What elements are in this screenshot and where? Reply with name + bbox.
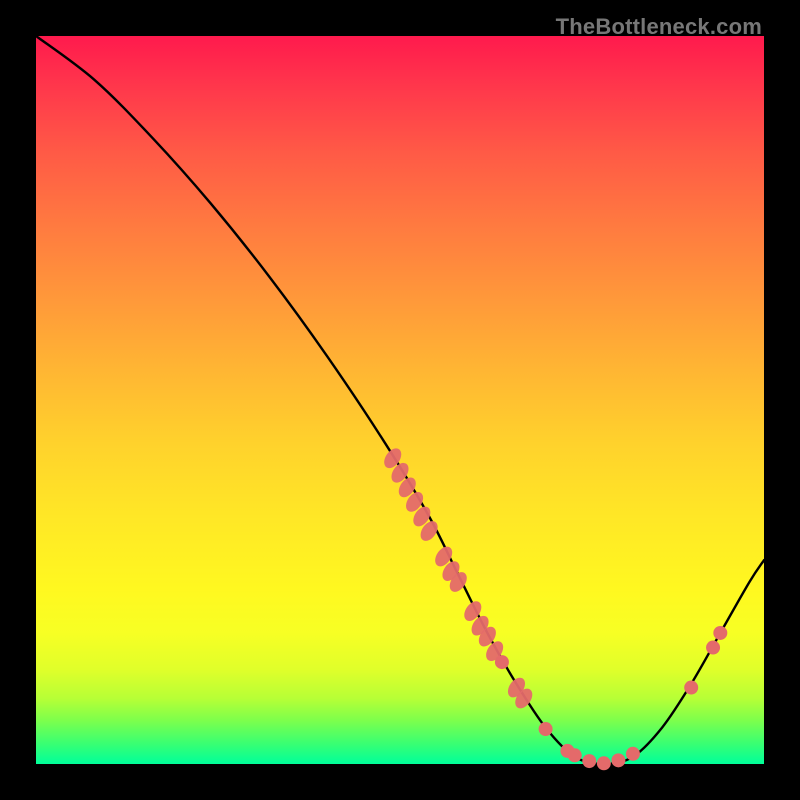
- data-marker: [706, 641, 720, 655]
- data-marker: [539, 722, 553, 736]
- data-marker: [611, 753, 625, 767]
- data-marker: [597, 756, 611, 770]
- marker-layer: [381, 445, 728, 770]
- chart-svg: [36, 36, 764, 764]
- bottleneck-curve: [36, 36, 764, 764]
- data-marker: [684, 681, 698, 695]
- curve-layer: [36, 36, 764, 764]
- data-marker: [626, 747, 640, 761]
- chart-background-gradient: [36, 36, 764, 764]
- data-marker: [582, 754, 596, 768]
- data-marker: [568, 748, 582, 762]
- data-marker: [713, 626, 727, 640]
- data-marker: [495, 655, 509, 669]
